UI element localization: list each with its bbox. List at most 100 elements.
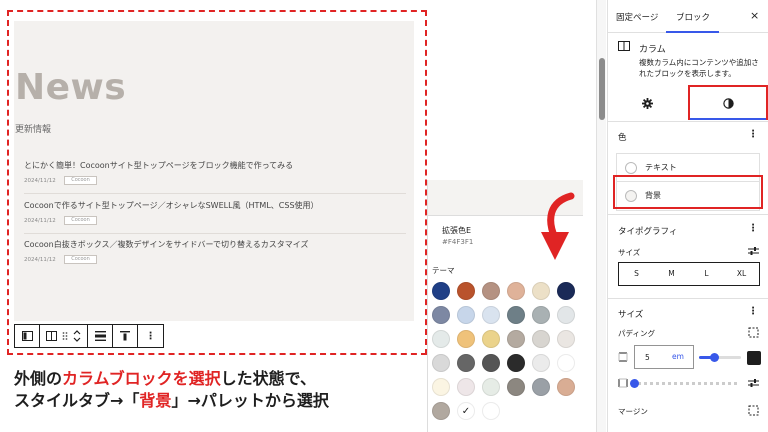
color-swatch[interactable] (482, 402, 500, 420)
background-highlight (613, 175, 763, 209)
color-name: 拡張色E (442, 226, 472, 235)
color-swatch[interactable] (482, 354, 500, 372)
color-swatch[interactable] (557, 306, 575, 324)
color-options-icon[interactable]: ⋮ (748, 129, 758, 140)
kebab-icon: ⋮ (145, 330, 156, 342)
margin-label: マージン (618, 407, 648, 416)
color-swatch[interactable] (532, 330, 550, 348)
color-swatch[interactable] (457, 330, 475, 348)
instruction-caption: 外側のカラムブロックを選択した状態で、 スタイルタブ→「背景」→パレットから選択 (14, 368, 329, 412)
font-size-m[interactable]: M (654, 263, 689, 285)
drag-handle-icon[interactable] (62, 331, 68, 341)
caption-text: 」→パレットから選択 (171, 391, 329, 410)
font-size-l[interactable]: L (689, 263, 724, 285)
post-date: 2024/11/12 (24, 218, 56, 224)
margin-sides-icon[interactable] (748, 405, 759, 416)
caption-text: スタイルタブ→「 (14, 391, 140, 410)
padding-slider-knob[interactable] (710, 353, 719, 362)
dimensions-options-icon[interactable]: ⋮ (748, 306, 758, 317)
padding-sides-icon[interactable] (748, 327, 759, 338)
tab-page[interactable]: 固定ページ (616, 11, 658, 23)
contrast-icon[interactable] (723, 98, 734, 109)
block-type-mover[interactable] (40, 325, 88, 347)
color-swatch[interactable] (432, 378, 450, 396)
settings-sliders-icon[interactable] (748, 378, 759, 388)
padding-label: パディング (618, 329, 655, 338)
color-swatch[interactable] (432, 402, 450, 420)
post-title[interactable]: Cocoon白抜きボックス／複数デザインをサイドバーで切り替えるカスタマイズ (24, 239, 309, 250)
post-title[interactable]: とにかく簡単！Cocoonサイト型トップページをブロック機能で作ってみる (24, 160, 293, 171)
color-section-title: 色 (618, 133, 627, 143)
color-swatch[interactable] (432, 330, 450, 348)
color-swatch[interactable] (557, 378, 575, 396)
color-swatch[interactable] (532, 282, 550, 300)
gear-icon[interactable] (642, 98, 653, 109)
color-swatch[interactable] (432, 306, 450, 324)
divider (24, 193, 406, 194)
color-indicator (625, 162, 637, 174)
color-swatch[interactable] (482, 378, 500, 396)
color-swatch[interactable] (532, 306, 550, 324)
color-swatch[interactable] (457, 354, 475, 372)
block-name: カラム (639, 45, 666, 55)
theme-palette-label: テーマ (432, 266, 455, 275)
align-button[interactable] (88, 325, 113, 347)
align-icon (94, 331, 106, 341)
color-swatch[interactable] (432, 282, 450, 300)
color-swatch[interactable] (432, 354, 450, 372)
options-button[interactable]: ⋮ (138, 325, 163, 347)
color-swatch[interactable] (507, 282, 525, 300)
color-swatch[interactable] (507, 354, 525, 372)
padding-horizontal-slider[interactable] (632, 382, 740, 385)
padding-horizontal-knob[interactable] (630, 379, 639, 388)
typography-section-title: タイポグラフィ (618, 227, 678, 237)
padding-vertical-icon (618, 352, 628, 362)
scrollbar-thumb[interactable] (599, 58, 605, 120)
color-swatch[interactable] (532, 378, 550, 396)
color-swatch[interactable] (557, 282, 575, 300)
tab-block[interactable]: ブロック (676, 11, 710, 23)
post-title[interactable]: Cocoonで作るサイト型トップページ／オシャレなSWELL風（HTML、CSS… (24, 200, 319, 211)
news-heading[interactable]: News (15, 67, 126, 108)
color-swatch[interactable] (482, 282, 500, 300)
caption-text: 外側の (14, 369, 63, 388)
font-size-s[interactable]: S (619, 263, 654, 285)
post-item[interactable]: とにかく簡単！Cocoonサイト型トップページをブロック機能で作ってみる 202… (24, 160, 406, 200)
post-tag[interactable]: Cocoon (64, 176, 97, 185)
vertical-align-button[interactable] (113, 325, 138, 347)
color-swatch[interactable] (507, 306, 525, 324)
unlink-sides-button[interactable] (747, 351, 761, 365)
caption-highlight: カラムブロックを選択 (62, 369, 221, 388)
news-subheading[interactable]: 更新情報 (15, 122, 51, 135)
color-swatch[interactable] (507, 378, 525, 396)
block-toolbar: ⋮ (14, 324, 164, 348)
padding-value[interactable]: 5 (645, 353, 650, 362)
move-up-down-icon[interactable] (73, 329, 81, 343)
canvas-scrollbar[interactable] (596, 0, 606, 432)
color-swatch[interactable] (457, 282, 475, 300)
typography-options-icon[interactable]: ⋮ (748, 223, 758, 234)
color-swatch[interactable] (557, 354, 575, 372)
close-icon[interactable]: × (750, 9, 759, 22)
color-swatch-selected[interactable]: ✓ (457, 402, 475, 420)
post-item[interactable]: Cocoonで作るサイト型トップページ／オシャレなSWELL風（HTML、CSS… (24, 200, 406, 240)
post-date: 2024/11/12 (24, 257, 56, 263)
color-swatch[interactable] (457, 306, 475, 324)
font-size-xl[interactable]: XL (724, 263, 759, 285)
parent-block-button[interactable] (15, 325, 40, 347)
post-tag[interactable]: Cocoon (64, 216, 97, 225)
color-swatch[interactable] (482, 306, 500, 324)
color-swatch[interactable] (457, 378, 475, 396)
color-swatch[interactable] (507, 330, 525, 348)
padding-unit[interactable]: em (672, 352, 684, 361)
settings-sliders-icon[interactable] (748, 246, 759, 256)
post-item[interactable]: Cocoon白抜きボックス／複数デザインをサイドバーで切り替えるカスタマイズ 2… (24, 239, 406, 279)
padding-input[interactable]: 5 em (634, 345, 694, 369)
settings-sidebar: 固定ページ ブロック × カラム 複数カラム内にコンテンツや追加されたブロックを… (607, 0, 768, 432)
align-top-icon (120, 331, 130, 341)
color-swatch[interactable] (557, 330, 575, 348)
color-swatch[interactable] (532, 354, 550, 372)
news-block[interactable]: News 更新情報 とにかく簡単！Cocoonサイト型トップページをブロック機能… (14, 21, 414, 321)
post-tag[interactable]: Cocoon (64, 255, 97, 264)
color-swatch[interactable] (482, 330, 500, 348)
